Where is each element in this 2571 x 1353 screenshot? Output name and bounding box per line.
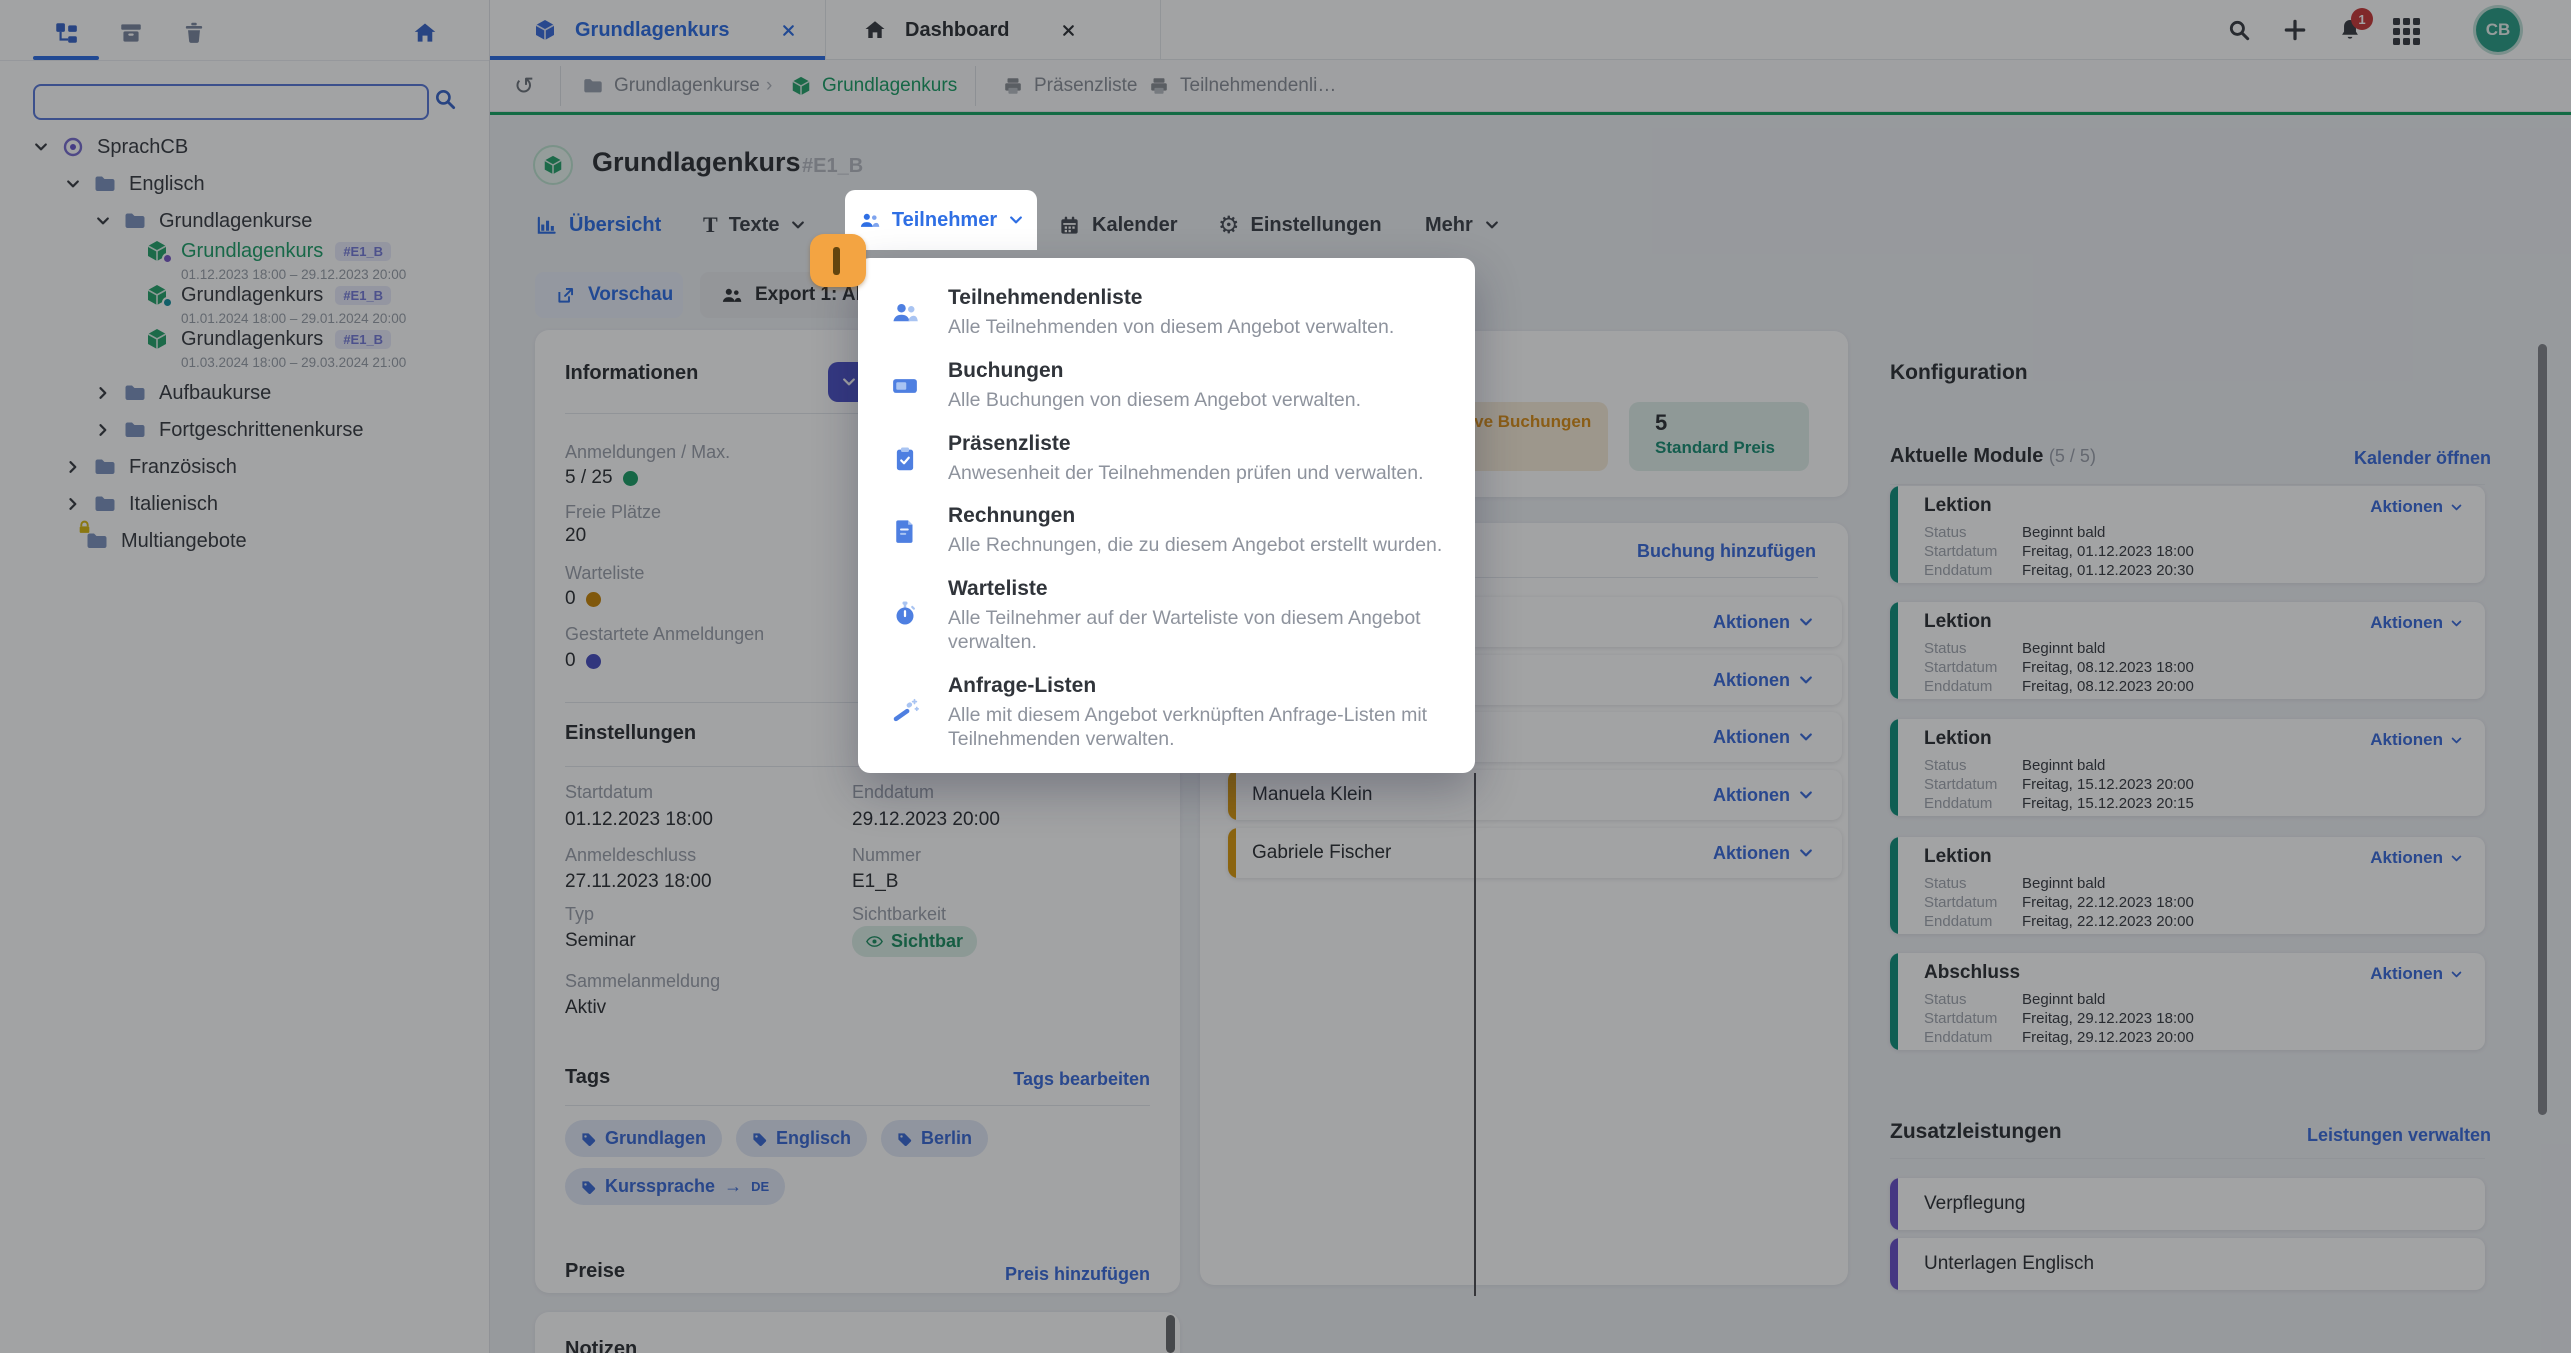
stopwatch-icon — [890, 599, 920, 629]
menu-item-rechnungen[interactable]: Rechnungen Alle Rechnungen, die zu diese… — [858, 504, 1475, 566]
text-cursor-indicator — [810, 234, 866, 287]
menu-item-desc: Alle Teilnehmer auf der Warteliste von d… — [948, 606, 1448, 654]
menu-item-desc: Alle Teilnehmenden von diesem Angebot ve… — [948, 315, 1448, 339]
menu-item-title: Warteliste — [948, 577, 1048, 601]
menu-item-buchungen[interactable]: Buchungen Alle Buchungen von diesem Ange… — [858, 359, 1475, 421]
app-screen: SprachCB Englisch Grundlagenkurse — [0, 0, 2571, 1353]
magic-wand-icon — [890, 696, 920, 726]
tab-label: Teilnehmer — [892, 209, 997, 232]
ticket-icon — [890, 371, 920, 401]
menu-item-title: Präsenzliste — [948, 432, 1071, 456]
menu-item-desc: Anwesenheit der Teilnehmenden prüfen und… — [948, 461, 1448, 485]
dropdown-edge-line — [1474, 773, 1476, 1296]
menu-item-teilnehmendenliste[interactable]: Teilnehmendenliste Alle Teilnehmenden vo… — [858, 286, 1475, 348]
menu-item-desc: Alle mit diesem Angebot verknüpften Anfr… — [948, 703, 1448, 751]
people-icon — [890, 298, 920, 328]
menu-item-title: Teilnehmendenliste — [948, 286, 1143, 310]
menu-item-praesenzliste[interactable]: Präsenzliste Anwesenheit der Teilnehmend… — [858, 432, 1475, 494]
menu-item-desc: Alle Buchungen von diesem Angebot verwal… — [948, 388, 1448, 412]
menu-item-title: Rechnungen — [948, 504, 1075, 528]
menu-item-desc: Alle Rechnungen, die zu diesem Angebot e… — [948, 533, 1448, 557]
menu-item-title: Anfrage-Listen — [948, 674, 1096, 698]
chevron-down-icon — [1008, 212, 1024, 228]
people-icon — [858, 209, 881, 232]
menu-item-anfrage-listen[interactable]: Anfrage-Listen Alle mit diesem Angebot v… — [858, 674, 1475, 760]
teilnehmer-dropdown-menu: Teilnehmendenliste Alle Teilnehmenden vo… — [858, 258, 1475, 773]
menu-item-warteliste[interactable]: Warteliste Alle Teilnehmer auf der Warte… — [858, 577, 1475, 663]
menu-item-title: Buchungen — [948, 359, 1064, 383]
invoice-icon — [890, 516, 920, 546]
clipboard-check-icon — [890, 444, 920, 474]
tab-teilnehmer[interactable]: Teilnehmer — [845, 190, 1037, 250]
